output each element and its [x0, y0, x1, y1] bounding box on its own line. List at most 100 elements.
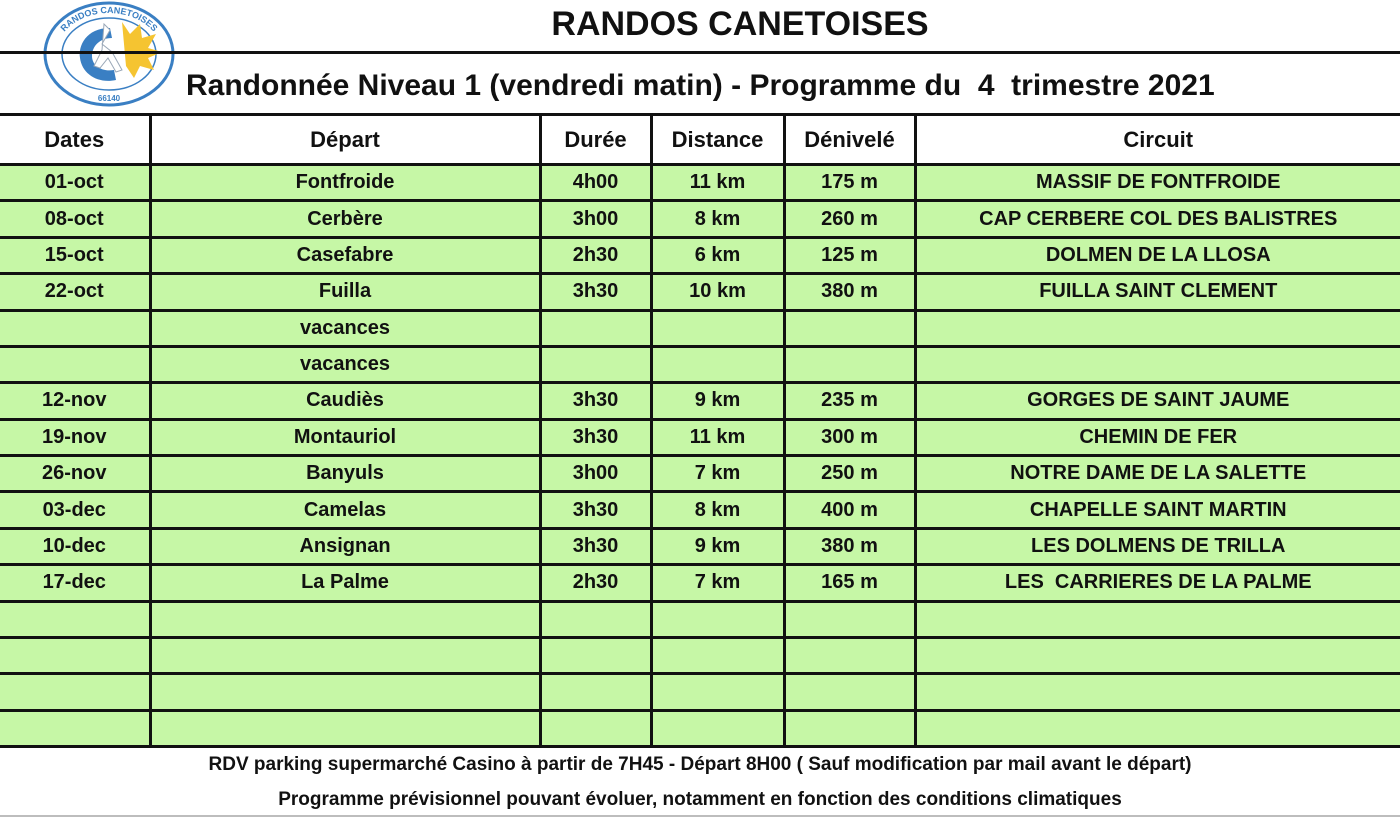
denivele-cell: 250 m	[782, 455, 915, 494]
distance-cell	[649, 310, 784, 348]
table-row: 10-dec Ansignan 3h30 9 km 380 m LES DOLMENS D…	[0, 528, 1400, 567]
date-cell	[0, 637, 150, 676]
table-row: 22-oct Fuilla 3h30 10 km 380 m FUILLA SAINT C…	[0, 273, 1400, 312]
table-row: vacances	[0, 310, 1400, 348]
denivele-cell	[782, 601, 915, 639]
depart-cell	[148, 601, 540, 639]
duree-cell: 3h30	[538, 382, 651, 421]
distance-cell: 11 km	[649, 164, 784, 203]
date-cell: 10-dec	[0, 528, 150, 567]
table-row	[0, 710, 1400, 749]
duree-cell	[538, 673, 651, 712]
column-header-circuit: Circuit	[913, 113, 1400, 166]
denivele-cell: 380 m	[782, 528, 915, 567]
table-row	[0, 673, 1400, 712]
date-cell	[0, 601, 150, 639]
distance-cell	[649, 637, 784, 676]
date-cell: 15-oct	[0, 237, 150, 276]
date-cell	[0, 310, 150, 348]
denivele-cell	[782, 637, 915, 676]
depart-cell: Ansignan	[148, 528, 540, 567]
duree-cell	[538, 346, 651, 385]
duree-cell: 2h30	[538, 237, 651, 276]
distance-cell	[649, 710, 784, 749]
table-row: 26-nov Banyuls 3h00 7 km 250 m NOTRE DAME DE …	[0, 455, 1400, 494]
duree-cell	[538, 601, 651, 639]
footer-divider	[0, 815, 1400, 817]
depart-cell	[148, 710, 540, 749]
circuit-cell	[913, 346, 1400, 385]
depart-cell	[148, 673, 540, 712]
circuit-cell: CHEMIN DE FER	[913, 419, 1400, 458]
column-header-dates: Dates	[0, 113, 150, 166]
circuit-cell: DOLMEN DE LA LLOSA	[913, 237, 1400, 276]
date-cell: 22-oct	[0, 273, 150, 312]
header-row: Dates Départ Durée Distance Dénivelé Cir…	[0, 113, 1400, 166]
date-cell: 19-nov	[0, 419, 150, 458]
duree-cell: 3h30	[538, 528, 651, 567]
date-cell: 12-nov	[0, 382, 150, 421]
column-header-denivele: Dénivelé	[782, 113, 915, 166]
circuit-cell	[913, 601, 1400, 639]
distance-cell: 7 km	[649, 564, 784, 603]
denivele-cell: 300 m	[782, 419, 915, 458]
footer-disclaimer: Programme prévisionnel pouvant évoluer, …	[278, 789, 1122, 810]
denivele-cell: 260 m	[782, 200, 915, 239]
column-header-duree: Durée	[538, 113, 651, 166]
table-row	[0, 601, 1400, 639]
denivele-cell	[782, 346, 915, 385]
table-row: 01-oct Fontfroide 4h00 11 km 175 m MASSIF DE …	[0, 164, 1400, 203]
depart-cell	[148, 637, 540, 676]
table-row: 19-nov Montauriol 3h30 11 km 300 m CHEMIN DE …	[0, 419, 1400, 458]
table-row: 12-nov Caudiès 3h30 9 km 235 m GORGES DE SAIN…	[0, 382, 1400, 421]
table-row: vacances	[0, 346, 1400, 385]
club-logo-graphic: RANDOS CANETOISES 66140	[43, 1, 175, 107]
distance-cell: 8 km	[649, 200, 784, 239]
depart-cell: Camelas	[148, 491, 540, 530]
distance-cell: 8 km	[649, 491, 784, 530]
depart-cell: Fontfroide	[148, 164, 540, 203]
circuit-cell: GORGES DE SAINT JAUME	[913, 382, 1400, 421]
distance-cell	[649, 601, 784, 639]
circuit-cell	[913, 637, 1400, 676]
circuit-cell: LES CARRIERES DE LA PALME	[913, 564, 1400, 603]
depart-cell: Cerbère	[148, 200, 540, 239]
duree-cell: 3h00	[538, 455, 651, 494]
footer-meeting-info: RDV parking supermarché Casino à partir …	[208, 754, 1192, 775]
logo-text-bottom: 66140	[98, 94, 121, 103]
date-cell	[0, 673, 150, 712]
circuit-cell	[913, 710, 1400, 749]
distance-cell: 10 km	[649, 273, 784, 312]
duree-cell: 2h30	[538, 564, 651, 603]
duree-cell: 3h30	[538, 273, 651, 312]
denivele-cell: 235 m	[782, 382, 915, 421]
distance-cell	[649, 346, 784, 385]
distance-cell: 6 km	[649, 237, 784, 276]
distance-cell: 9 km	[649, 382, 784, 421]
depart-cell: La Palme	[148, 564, 540, 603]
circuit-cell	[913, 673, 1400, 712]
denivele-cell	[782, 710, 915, 749]
denivele-cell	[782, 310, 915, 348]
depart-cell: Montauriol	[148, 419, 540, 458]
duree-cell: 4h00	[538, 164, 651, 203]
column-header-distance: Distance	[649, 113, 784, 166]
column-header-depart: Départ	[148, 113, 540, 166]
schedule-table: Dates Départ Durée Distance Dénivelé Cir…	[0, 113, 1400, 749]
depart-cell: vacances	[148, 310, 540, 348]
circuit-cell: CHAPELLE SAINT MARTIN	[913, 491, 1400, 530]
depart-cell: Casefabre	[148, 237, 540, 276]
date-cell: 17-dec	[0, 564, 150, 603]
denivele-cell: 400 m	[782, 491, 915, 530]
distance-cell: 7 km	[649, 455, 784, 494]
duree-cell	[538, 637, 651, 676]
depart-cell: Caudiès	[148, 382, 540, 421]
table-row: 17-dec La Palme 2h30 7 km 165 m LES CARRIERES…	[0, 564, 1400, 603]
distance-cell: 11 km	[649, 419, 784, 458]
date-cell: 01-oct	[0, 164, 150, 203]
date-cell: 26-nov	[0, 455, 150, 494]
table-row: 03-dec Camelas 3h30 8 km 400 m CHAPELLE SAINT…	[0, 491, 1400, 530]
duree-cell: 3h00	[538, 200, 651, 239]
page-title: RANDOS CANETOISES	[551, 5, 929, 43]
club-logo: RANDOS CANETOISES 66140	[42, 0, 176, 108]
